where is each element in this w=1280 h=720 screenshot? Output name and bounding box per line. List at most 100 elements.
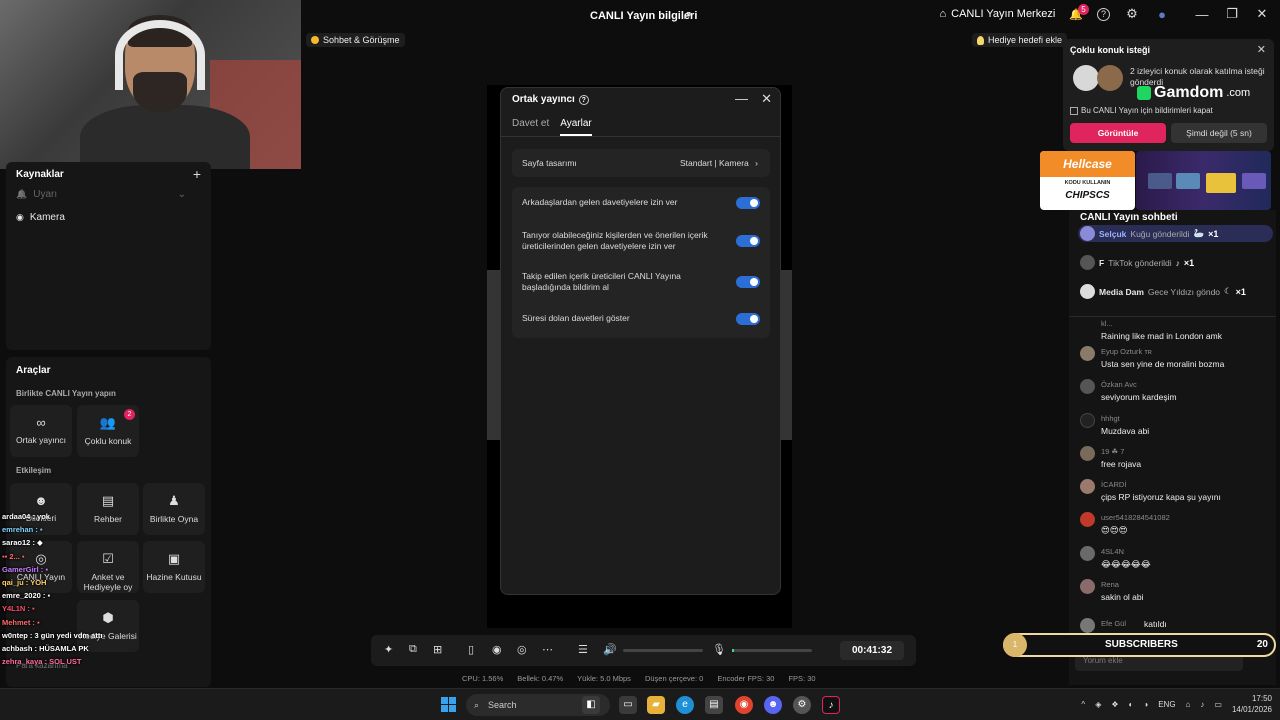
add-source-icon[interactable]: + [193,166,201,182]
tool-cohost[interactable]: ∞ Ortak yayıncı [10,405,72,457]
avatar [1080,479,1095,494]
mixer-icon[interactable]: ☰ [578,643,588,656]
toggle-suggested-invites[interactable] [736,235,760,247]
hellcase-card: Hellcase KODU KULLANIN CHIPSCS [1040,151,1135,210]
not-now-button[interactable]: Şimdi değil (5 sn) [1171,123,1267,143]
record-icon[interactable]: ◉ [492,643,502,656]
windows-start-icon[interactable] [441,697,456,712]
microphone-icon[interactable]: 🎙 [712,643,726,656]
mute-notifications-checkbox[interactable]: Bu CANLI Yayın için bildirimleri kapat [1070,106,1213,115]
volume-slider[interactable] [623,649,703,652]
close-window-icon[interactable]: ✕ [1254,6,1270,22]
chat-username[interactable]: Eyup Ozturk ᴛʀ [1101,347,1152,356]
show-hidden-icons-icon[interactable]: ^ [1081,700,1085,709]
toggle-friends-invites[interactable] [736,197,760,209]
target-icon[interactable]: ◎ [517,643,527,656]
chat-text: free rojava [1101,459,1142,469]
dialog-title: Ortak yayıncı ? [512,94,589,105]
tab-settings[interactable]: Ayarlar [560,118,592,136]
share-icon[interactable]: ↗ [682,8,692,22]
avatar [1080,546,1095,561]
hellcase-subtitle: KODU KULLANIN [1064,180,1111,186]
edge-browser-icon[interactable]: e [676,696,694,714]
tool-multi-guest[interactable]: 2 👥 Çoklu konuk [77,405,139,457]
cohost-dialog: Ortak yayıncı ? — ✕ Davet et Ayarlar Say… [500,87,781,595]
dialog-tabs: Davet et Ayarlar [512,118,592,136]
chat-username[interactable]: kl... [1101,319,1113,328]
avatar [1080,226,1095,241]
case-image [1176,173,1200,189]
divider [1069,316,1276,317]
windows-taskbar: ⌕ Search ◧ ▭ ▰ e ▤ ◉ ☻ ⚙ ♪ ^ ◈ ❖ ◐ ◑ ENG… [0,688,1280,720]
chevron-down-icon[interactable]: ⌄ [178,189,186,200]
effects-icon[interactable]: ✦ [384,643,393,656]
layout-setting-row[interactable]: Sayfa tasarımı Standart | Kamera › [512,149,770,177]
tool-play-together[interactable]: ♟ Birlikte Oyna [143,483,205,535]
tools-title: Araçlar [16,365,51,376]
chat-username[interactable]: İCARDİ [1101,480,1126,489]
discord-tray-icon[interactable]: ◈ [1095,700,1101,709]
settings-icon[interactable]: ⚙ [1124,6,1140,22]
maximize-window-icon[interactable]: ❐ [1224,6,1240,22]
file-explorer-icon[interactable]: ▰ [647,696,665,714]
source-label: Kamera [29,212,65,223]
layout-icon[interactable]: ⧉ [409,643,417,656]
tool-treasure-box[interactable]: ▣ Hazine Kutusu [143,541,205,593]
language-indicator[interactable]: ENG [1158,700,1175,709]
help-icon[interactable]: ? [1097,7,1110,21]
mic-level-slider[interactable] [732,649,812,652]
hellcase-brand: Hellcase [1040,151,1135,177]
notification-badge: 5 [1078,3,1089,15]
speaker-icon[interactable]: 🔊 [603,643,617,656]
wifi-icon[interactable]: ⌂ [1186,700,1191,709]
chat-username[interactable]: Efe Gül [1101,619,1126,628]
settings-app-icon[interactable]: ⚙ [793,696,811,714]
toggle-show-expired[interactable] [736,313,760,325]
stream-control-bar: ✦ ⧉ ⊞ ▯ ◉ ◎ ⋯ ☰ 🔊 🎙 00:41:32 [371,635,916,666]
avatar [1080,579,1095,594]
source-item-alert[interactable]: 🔔 Uyarı ⌄ [16,189,186,200]
widgets-app-icon[interactable]: ◧ [582,696,600,714]
invite-settings-card: Arkadaşlardan gelen davetiyelere izin ve… [512,187,770,338]
volume-icon[interactable]: ♪ [1200,700,1204,709]
chat-username[interactable]: Rena [1101,580,1119,589]
subscriber-progress-circle: 1 [1003,633,1027,657]
close-icon[interactable]: ✕ [1257,43,1266,56]
store-icon[interactable]: ▤ [705,696,723,714]
dialog-close-icon[interactable]: ✕ [761,91,772,107]
source-item-camera[interactable]: ◉ Kamera [16,212,65,223]
minimize-window-icon[interactable]: — [1194,7,1210,22]
chrome-icon[interactable]: ◉ [735,696,753,714]
battery-icon[interactable]: ▭ [1214,700,1222,709]
portrait-icon[interactable]: ▯ [468,643,474,656]
notifications-button[interactable]: 🔔 5 [1069,3,1089,21]
interaction-section-title: Etkileşim [16,466,52,475]
dialog-minimize-icon[interactable]: — [735,91,748,106]
system-clock[interactable]: 17:50 14/01/2026 [1232,693,1272,715]
tiktok-live-studio-icon[interactable]: ♪ [822,696,840,714]
chat-username[interactable]: 4SL4N [1101,547,1124,556]
toggle-followed-live-notify[interactable] [736,276,760,288]
task-view-icon[interactable]: ▭ [619,696,637,714]
chat-call-pill[interactable]: Sohbet & Görüşme [306,33,405,47]
app-tray-icon[interactable]: ◑ [1143,700,1148,709]
tab-invite[interactable]: Davet et [512,118,549,136]
scene-icon[interactable]: ⊞ [433,643,442,656]
discord-icon[interactable]: ☻ [764,696,782,714]
live-center-button[interactable]: ⌂ CANLI Yayın Merkezi [940,8,1056,20]
view-button[interactable]: Görüntüle [1070,123,1166,143]
chat-username[interactable]: hhhgt [1101,414,1120,423]
chat-username[interactable]: Özkan Avc [1101,380,1137,389]
profile-avatar[interactable]: ● [1154,7,1170,22]
gift-goal-pill[interactable]: Hediye hedefi ekle [972,33,1068,47]
app-tray-icon[interactable]: ❖ [1111,700,1118,709]
live-chat-panel: CANLI Yayın sohbeti Selçuk Kuğu gönderil… [1069,210,1276,685]
chat-username[interactable]: 19 ☘ 7 [1101,447,1124,456]
overlay-chat-line: zehra_kaya : SOL UST [2,657,82,667]
chat-text: seviyorum kardeşim [1101,392,1177,402]
app-tray-icon[interactable]: ◐ [1129,700,1134,709]
chat-username[interactable]: user5418284541082 [1101,513,1170,522]
live-timer: 00:41:32 [840,641,904,660]
help-icon[interactable]: ? [578,94,589,105]
more-icon[interactable]: ⋯ [542,643,553,656]
